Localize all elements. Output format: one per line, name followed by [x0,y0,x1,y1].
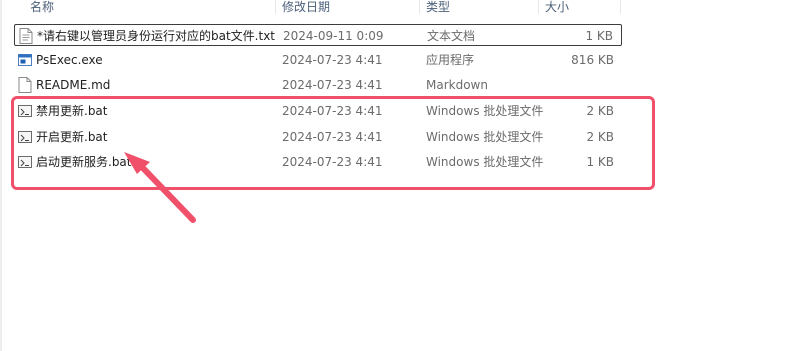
file-name: PsExec.exe [36,53,103,67]
window-left-edge [0,0,2,351]
column-divider[interactable] [620,0,621,14]
annotation-highlight-box [11,96,655,190]
file-date: 2024-07-23 4:41 [282,53,383,67]
column-divider[interactable] [275,0,276,14]
column-header-bar: 名称 修改日期 类型 大小 [0,0,800,14]
file-name: *请右键以管理员身份运行对应的bat文件.txt [37,29,276,43]
file-row[interactable]: PsExec.exe 2024-07-23 4:41 应用程序 816 KB [14,49,622,71]
column-header-name[interactable]: 名称 [30,0,54,14]
file-row[interactable]: *请右键以管理员身份运行对应的bat文件.txt 2024-09-11 0:09… [14,24,622,46]
exe-file-icon [18,52,32,68]
text-file-icon [19,28,33,44]
file-name: README.md [36,78,111,92]
file-type: 应用程序 [426,53,475,67]
file-size: 1 KB [585,29,613,43]
column-divider[interactable] [419,0,420,14]
column-header-type[interactable]: 类型 [426,0,450,14]
file-type: 文本文档 [427,29,476,43]
column-header-size[interactable]: 大小 [545,0,569,14]
file-type: Markdown [426,78,488,92]
file-date: 2024-07-23 4:41 [282,78,383,92]
column-header-date[interactable]: 修改日期 [282,0,330,14]
file-date: 2024-09-11 0:09 [283,29,384,43]
column-divider[interactable] [538,0,539,14]
blank-file-icon [18,77,32,93]
file-size: 816 KB [571,53,614,67]
file-row[interactable]: README.md 2024-07-23 4:41 Markdown [14,74,622,96]
